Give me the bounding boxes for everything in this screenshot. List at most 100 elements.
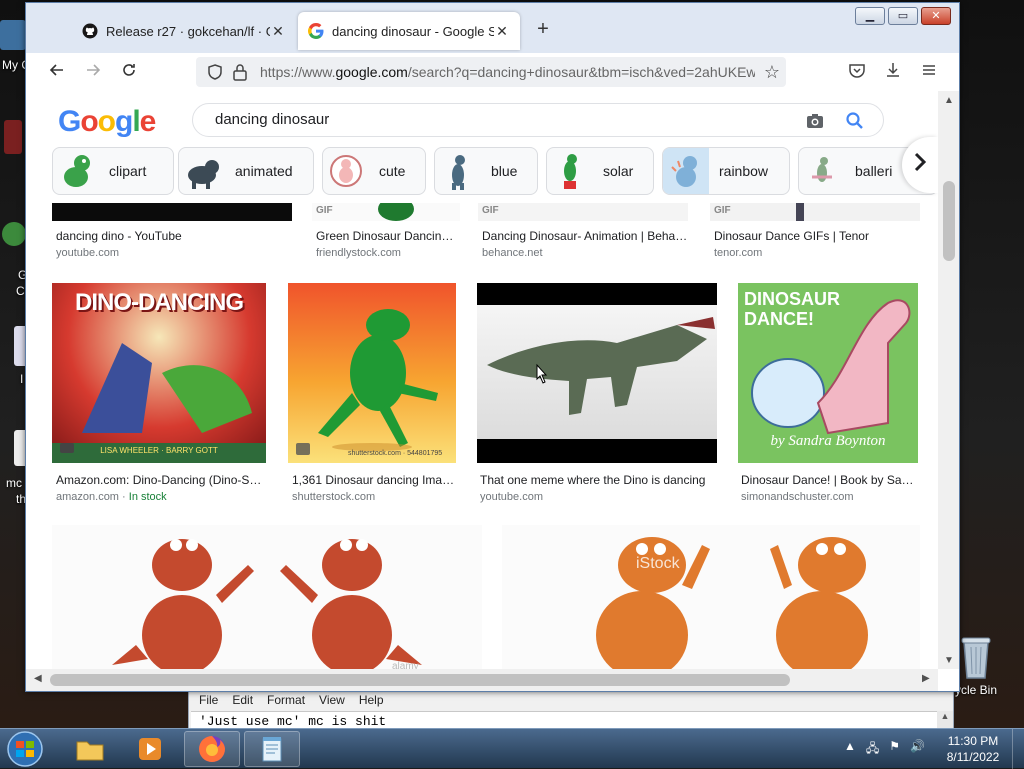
- result-caption[interactable]: Green Dinosaur Dancing ...: [316, 229, 456, 243]
- result-source[interactable]: youtube.com: [56, 247, 119, 259]
- action-center-flag-icon[interactable]: ⚑: [889, 739, 900, 760]
- maximize-button[interactable]: ▭: [888, 7, 918, 25]
- result-source[interactable]: amazon.com · In stock: [56, 491, 167, 503]
- scroll-up-arrow-icon[interactable]: ▲: [938, 95, 959, 106]
- show-desktop-button[interactable]: [1012, 729, 1024, 769]
- image-result[interactable]: iStock: [502, 525, 922, 669]
- result-image[interactable]: iStock: [502, 525, 920, 669]
- result-source[interactable]: friendlystock.com: [316, 247, 401, 259]
- minimize-button[interactable]: ▁: [855, 7, 885, 25]
- pocket-button[interactable]: [846, 61, 868, 83]
- search-input[interactable]: [213, 110, 773, 129]
- result-caption[interactable]: Dinosaur Dance GIFs | Tenor: [714, 229, 920, 243]
- result-source[interactable]: youtube.com: [480, 491, 543, 503]
- chrome-icon[interactable]: [2, 222, 26, 246]
- chip-clipart[interactable]: clipart: [52, 147, 174, 195]
- system-clock[interactable]: 11:30 PM 8/11/2022: [940, 733, 1006, 765]
- image-result[interactable]: DINO-DANCING LISA WHEELER · BARRY GOTT A…: [52, 283, 272, 508]
- notepad-window[interactable]: File Edit Format View Help 'Just use mc'…: [188, 690, 954, 730]
- result-image[interactable]: shutterstock.com · 544801795: [288, 283, 456, 463]
- chip-animated[interactable]: animated: [178, 147, 314, 195]
- image-result[interactable]: GIF Dancing Dinosaur- Animation | Behanc…: [478, 203, 694, 259]
- horizontal-scrollbar[interactable]: ◀ ▶: [26, 669, 938, 691]
- result-caption[interactable]: Dancing Dinosaur- Animation | Behance: [482, 229, 688, 243]
- image-result[interactable]: DINOSAUR DANCE! by Sandra Boynton Dinosa…: [738, 283, 924, 508]
- result-image[interactable]: DINOSAUR DANCE! by Sandra Boynton: [738, 283, 918, 463]
- chip-blue[interactable]: blue: [434, 147, 538, 195]
- result-image[interactable]: GIF: [312, 203, 460, 221]
- result-image[interactable]: [477, 283, 717, 463]
- close-window-button[interactable]: ✕: [921, 7, 951, 25]
- taskbar-explorer[interactable]: [62, 731, 118, 767]
- taskbar-notepad[interactable]: [244, 731, 300, 767]
- menu-format[interactable]: Format: [267, 693, 305, 707]
- result-image[interactable]: alamy: [52, 525, 482, 669]
- desktop-icon-computer[interactable]: [0, 20, 26, 50]
- app-menu-button[interactable]: [918, 61, 940, 83]
- image-result[interactable]: That one meme where the Dino is dancing …: [477, 283, 721, 508]
- result-caption[interactable]: That one meme where the Dino is dancing: [480, 473, 718, 487]
- result-caption[interactable]: Dinosaur Dance! | Book by Sandra Boynton: [741, 473, 917, 487]
- menu-help[interactable]: Help: [359, 693, 384, 707]
- result-source[interactable]: behance.net: [482, 247, 543, 259]
- image-result[interactable]: shutterstock.com · 544801795 1,361 Dinos…: [288, 283, 460, 508]
- notepad-scroll-up[interactable]: ▲: [937, 711, 953, 729]
- scrollbar-thumb[interactable]: [50, 674, 790, 686]
- forward-button[interactable]: [80, 59, 106, 85]
- tab-close-icon[interactable]: ✕: [270, 23, 286, 40]
- search-icon[interactable]: [845, 111, 865, 131]
- vertical-scrollbar[interactable]: ▲ ▼: [938, 91, 959, 669]
- reload-button[interactable]: [116, 59, 142, 85]
- chip-cute[interactable]: cute: [322, 147, 426, 195]
- chip-rainbow[interactable]: rainbow: [662, 147, 790, 195]
- image-result[interactable]: GIF Dinosaur Dance GIFs | Tenor tenor.co…: [710, 203, 922, 259]
- new-tab-button[interactable]: +: [531, 17, 555, 41]
- tab-github-release[interactable]: Release r27 · gokcehan/lf · GitHub ✕: [72, 12, 296, 50]
- image-result[interactable]: dancing dino - YouTube youtube.com: [52, 203, 294, 259]
- chip-thumbnail: [547, 148, 593, 194]
- notepad-text-area[interactable]: 'Just use mc' mc is shit: [191, 711, 937, 729]
- result-source[interactable]: tenor.com: [714, 247, 762, 259]
- menu-edit[interactable]: Edit: [232, 693, 253, 707]
- back-button[interactable]: [44, 59, 70, 85]
- result-caption[interactable]: dancing dino - YouTube: [56, 229, 292, 243]
- network-icon[interactable]: 🖧: [866, 739, 879, 760]
- scroll-right-arrow-icon[interactable]: ▶: [922, 673, 930, 684]
- google-logo[interactable]: Google: [58, 105, 156, 139]
- menu-view[interactable]: View: [319, 693, 345, 707]
- result-image[interactable]: DINO-DANCING LISA WHEELER · BARRY GOTT: [52, 283, 266, 463]
- start-button[interactable]: [4, 730, 46, 768]
- camera-search-icon[interactable]: [805, 111, 825, 131]
- scrollbar-thumb[interactable]: [943, 181, 955, 261]
- tracking-shield-icon[interactable]: [206, 63, 224, 81]
- result-image[interactable]: GIF: [478, 203, 688, 221]
- result-caption[interactable]: Amazon.com: Dino-Dancing (Dino-Sports): [56, 473, 266, 487]
- result-image[interactable]: [52, 203, 292, 221]
- result-image[interactable]: GIF: [710, 203, 920, 221]
- image-result[interactable]: alamy: [52, 525, 482, 669]
- volume-icon[interactable]: 🔊: [910, 739, 925, 760]
- tab-close-icon[interactable]: ✕: [494, 23, 510, 40]
- chip-thumbnail: [53, 148, 99, 194]
- chip-solar[interactable]: solar: [546, 147, 654, 195]
- url-bar[interactable]: https://www.google.com/search?q=dancing+…: [196, 57, 786, 87]
- image-result[interactable]: GIF Green Dinosaur Dancing ... friendlys…: [312, 203, 464, 259]
- scroll-left-arrow-icon[interactable]: ◀: [34, 673, 42, 684]
- taskbar-media-player[interactable]: [122, 731, 178, 767]
- result-source[interactable]: simonandschuster.com: [741, 491, 854, 503]
- scroll-down-arrow-icon[interactable]: ▼: [938, 655, 959, 666]
- bookmark-star-icon[interactable]: ☆: [764, 62, 780, 83]
- result-caption[interactable]: 1,361 Dinosaur dancing Images: [292, 473, 456, 487]
- desktop-icon-tool[interactable]: [4, 120, 22, 154]
- menu-file[interactable]: File: [199, 693, 218, 707]
- show-hidden-icons-icon[interactable]: ▲: [844, 739, 856, 760]
- tab-google-search[interactable]: dancing dinosaur - Google Search ✕: [298, 12, 520, 50]
- taskbar-firefox[interactable]: [184, 731, 240, 767]
- chip-thumbnail: [179, 148, 225, 194]
- url-text[interactable]: https://www.google.com/search?q=dancing+…: [260, 64, 755, 80]
- recycle-bin-icon[interactable]: [958, 632, 994, 680]
- lock-icon[interactable]: [232, 63, 248, 81]
- cartoon-dino-left: [112, 539, 254, 669]
- downloads-button[interactable]: [882, 61, 904, 83]
- result-source[interactable]: shutterstock.com: [292, 491, 375, 503]
